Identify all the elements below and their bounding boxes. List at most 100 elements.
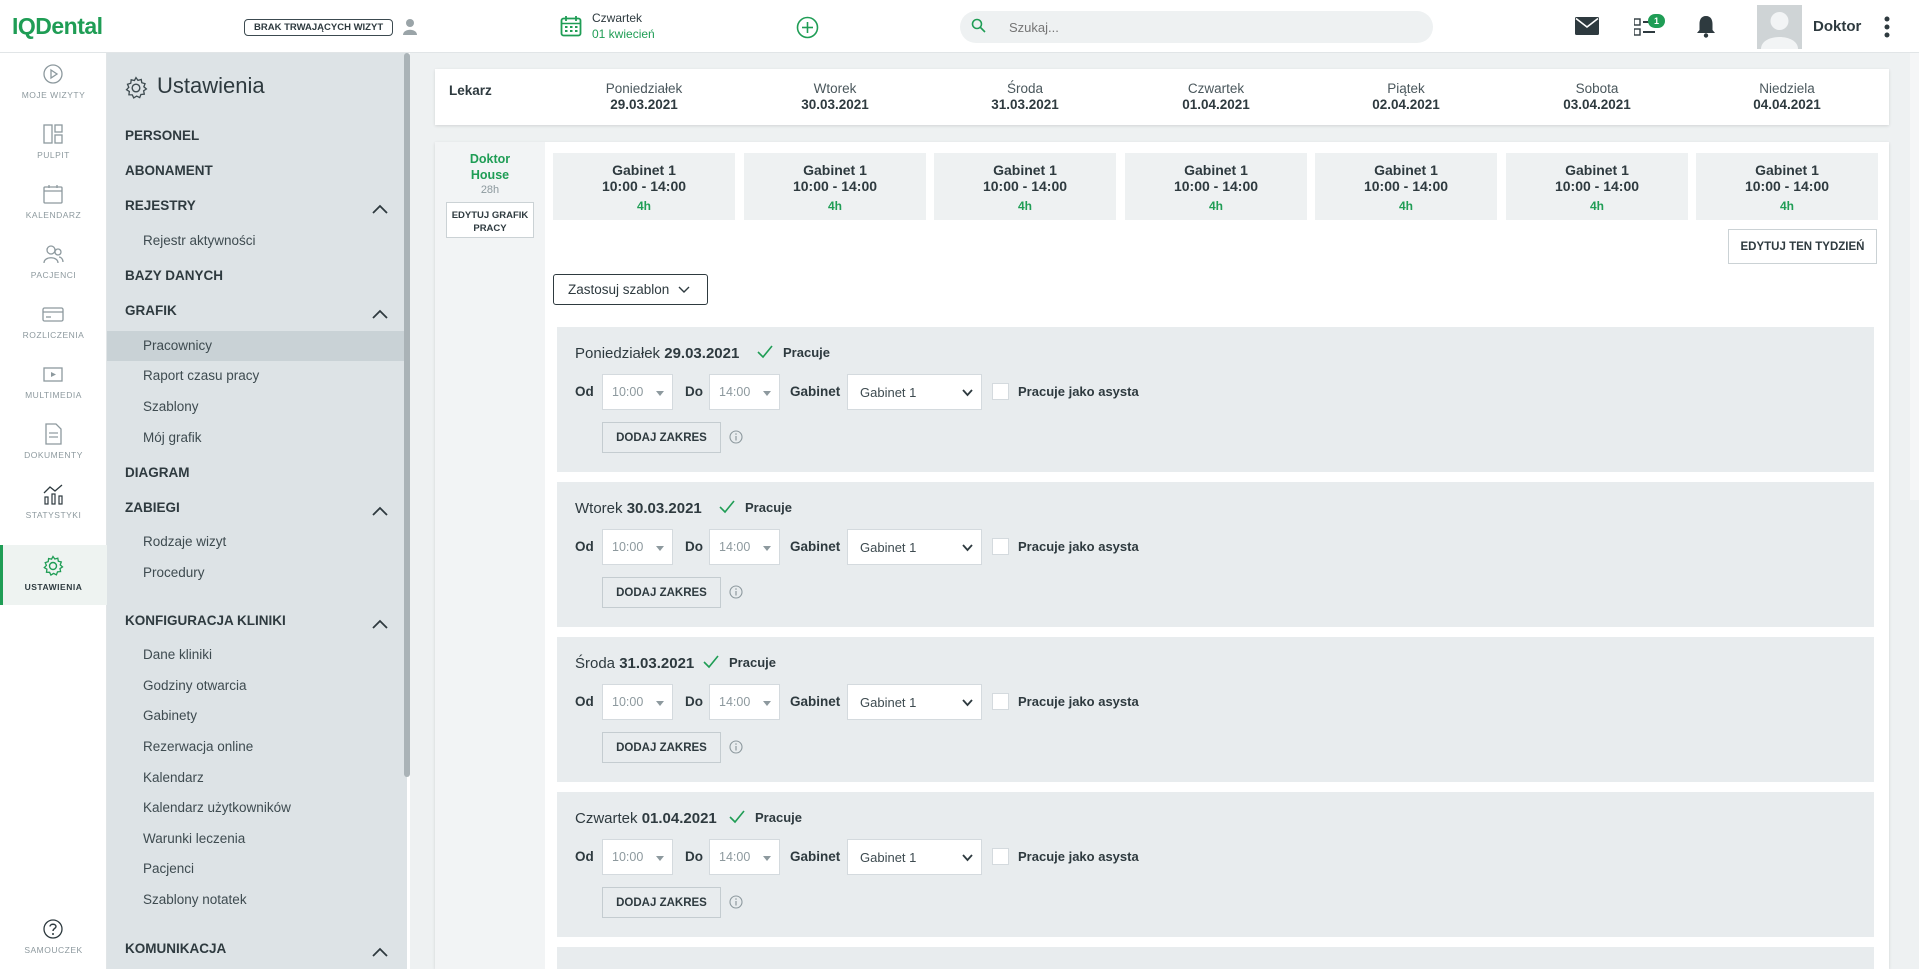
nav-pulpit[interactable]: PULPIT xyxy=(0,113,107,173)
shift-cell[interactable]: Gabinet 1 10:00 - 14:00 4h xyxy=(1315,153,1497,220)
sidebar-section-konfiguracja[interactable]: KONFIGURACJA KLINIKI xyxy=(125,613,286,628)
to-time-select[interactable]: 14:00 xyxy=(709,374,780,410)
sidebar-item-kalendarz[interactable]: Kalendarz xyxy=(143,770,204,785)
patients-icon xyxy=(43,245,64,264)
add-visit-icon[interactable] xyxy=(796,16,819,44)
info-icon[interactable] xyxy=(729,895,743,914)
to-time-select[interactable]: 14:00 xyxy=(709,529,780,565)
day-header-name: Niedziela xyxy=(1759,81,1815,96)
shift-cell[interactable]: Gabinet 1 10:00 - 14:00 4h xyxy=(744,153,926,220)
info-icon[interactable] xyxy=(729,430,743,449)
sidebar-section-grafik[interactable]: GRAFIK xyxy=(125,303,177,318)
info-icon[interactable] xyxy=(729,740,743,759)
nav-samouczek[interactable]: SAMOUCZEK xyxy=(0,908,107,968)
chevron-up-icon[interactable] xyxy=(372,616,388,634)
sidebar-item-raport[interactable]: Raport czasu pracy xyxy=(143,368,259,383)
sidebar-item-moj-grafik[interactable]: Mój grafik xyxy=(143,430,202,445)
check-icon[interactable] xyxy=(757,345,773,364)
sidebar-item-godziny[interactable]: Godziny otwarcia xyxy=(143,678,247,693)
sidebar-section-bazy[interactable]: BAZY DANYCH xyxy=(125,268,223,283)
sidebar-item-szablony[interactable]: Szablony xyxy=(143,399,199,414)
shift-cell[interactable]: Gabinet 1 10:00 - 14:00 4h xyxy=(1696,153,1878,220)
edit-week-button[interactable]: EDYTUJ TEN TYDZIEŃ xyxy=(1728,229,1877,264)
shift-cell[interactable]: Gabinet 1 10:00 - 14:00 4h xyxy=(1506,153,1688,220)
sidebar-item-rezerwacja[interactable]: Rezerwacja online xyxy=(143,739,253,754)
from-time-select[interactable]: 10:00 xyxy=(602,529,673,565)
nav-ustawienia[interactable]: USTAWIENIA xyxy=(0,545,107,605)
from-time-select[interactable]: 10:00 xyxy=(602,374,673,410)
main-scrollbar[interactable] xyxy=(1910,53,1919,500)
from-time-select[interactable]: 10:00 xyxy=(602,684,673,720)
more-options-icon[interactable] xyxy=(1884,16,1890,43)
sidebar-item-gabinety[interactable]: Gabinety xyxy=(143,708,197,723)
nav-multimedia[interactable]: MULTIMEDIA xyxy=(0,353,107,413)
assistant-checkbox[interactable] xyxy=(992,538,1009,555)
chevron-up-icon[interactable] xyxy=(372,944,388,962)
nav-label: MULTIMEDIA xyxy=(25,390,82,400)
sidebar-item-warunki[interactable]: Warunki leczenia xyxy=(143,831,245,846)
add-range-button[interactable]: DODAJ ZAKRES xyxy=(602,422,721,453)
day-panel: Wtorek 30.03.2021 Pracuje Od 10:00 Do 14… xyxy=(557,482,1874,627)
sidebar-item-rejestr[interactable]: Rejestr aktywności xyxy=(143,233,256,248)
sidebar-section-personel[interactable]: PERSONEL xyxy=(125,128,199,143)
avatar[interactable] xyxy=(1757,5,1802,49)
sidebar-section-komunikacja[interactable]: KOMUNIKACJA xyxy=(125,941,226,956)
chevron-up-icon[interactable] xyxy=(372,201,388,219)
assistant-checkbox[interactable] xyxy=(992,848,1009,865)
room-select[interactable]: Gabinet 1 xyxy=(847,374,982,410)
from-time-value: 10:00 xyxy=(612,385,644,399)
sidebar-section-zabiegi[interactable]: ZABIEGI xyxy=(125,500,180,515)
room-select[interactable]: Gabinet 1 xyxy=(847,684,982,720)
add-range-button[interactable]: DODAJ ZAKRES xyxy=(602,732,721,763)
nav-statystyki[interactable]: STATYSTYKI xyxy=(0,473,107,533)
check-icon[interactable] xyxy=(729,810,745,829)
add-range-button[interactable]: DODAJ ZAKRES xyxy=(602,887,721,918)
sidebar-item-pacjenci[interactable]: Pacjenci xyxy=(143,861,194,876)
assistant-checkbox[interactable] xyxy=(992,383,1009,400)
search-input[interactable] xyxy=(960,11,1433,43)
chevron-up-icon[interactable] xyxy=(372,503,388,521)
sidebar-item-procedury[interactable]: Procedury xyxy=(143,565,205,580)
chevron-up-icon[interactable] xyxy=(372,306,388,324)
shift-cell[interactable]: Gabinet 1 10:00 - 14:00 4h xyxy=(934,153,1116,220)
nav-dokumenty[interactable]: DOKUMENTY xyxy=(0,413,107,473)
sidebar-item-kalendarz-uzytkownikow[interactable]: Kalendarz użytkowników xyxy=(143,800,291,815)
shift-time: 10:00 - 14:00 xyxy=(792,178,878,194)
bell-icon[interactable] xyxy=(1696,15,1716,43)
mail-icon[interactable] xyxy=(1575,17,1599,40)
check-icon[interactable] xyxy=(719,500,735,519)
logo[interactable]: IQDental xyxy=(12,13,103,40)
add-range-button[interactable]: DODAJ ZAKRES xyxy=(602,577,721,608)
shift-time: 10:00 - 14:00 xyxy=(1554,178,1640,194)
sidebar-section-diagram[interactable]: DIAGRAM xyxy=(125,465,190,480)
nav-kalendarz[interactable]: KALENDARZ xyxy=(0,173,107,233)
nav-moje-wizyty[interactable]: MOJE WIZYTY xyxy=(0,53,107,113)
user-name[interactable]: Doktor xyxy=(1813,18,1861,35)
check-icon[interactable] xyxy=(703,655,719,674)
sidebar-section-abonament[interactable]: ABONAMENT xyxy=(125,163,213,178)
shift-cell[interactable]: Gabinet 1 10:00 - 14:00 4h xyxy=(553,153,735,220)
nav-pacjenci[interactable]: PACJENCI xyxy=(0,233,107,293)
sidebar-section-rejestry[interactable]: REJESTRY xyxy=(125,198,196,213)
assistant-checkbox[interactable] xyxy=(992,693,1009,710)
sidebar-item-rodzaje-wizyt[interactable]: Rodzaje wizyt xyxy=(143,534,226,549)
shift-cell[interactable]: Gabinet 1 10:00 - 14:00 4h xyxy=(1125,153,1307,220)
lekarz-header: Lekarz xyxy=(449,83,492,98)
to-time-select[interactable]: 14:00 xyxy=(709,684,780,720)
from-time-select[interactable]: 10:00 xyxy=(602,839,673,875)
nav-label: DOKUMENTY xyxy=(24,450,83,460)
to-time-select[interactable]: 14:00 xyxy=(709,839,780,875)
calendar-icon[interactable] xyxy=(560,15,582,42)
edit-schedule-button[interactable]: EDYTUJ GRAFIK PRACY xyxy=(446,202,534,238)
room-select[interactable]: Gabinet 1 xyxy=(847,839,982,875)
sidebar-item-szablony-notatek[interactable]: Szablony notatek xyxy=(143,892,247,907)
nav-rozliczenia[interactable]: ROZLICZENIA xyxy=(0,293,107,353)
room-select[interactable]: Gabinet 1 xyxy=(847,529,982,565)
no-visit-button[interactable]: BRAK TRWAJĄCYCH WIZYT xyxy=(244,19,394,36)
from-label: Od xyxy=(575,384,594,399)
sidebar-item-dane-kliniki[interactable]: Dane kliniki xyxy=(143,647,212,662)
sidebar-item-pracownicy[interactable]: Pracownicy xyxy=(143,338,212,353)
apply-template-button[interactable]: Zastosuj szablon xyxy=(553,274,708,305)
info-icon[interactable] xyxy=(729,585,743,604)
doctor-name[interactable]: Doktor House xyxy=(446,151,534,183)
